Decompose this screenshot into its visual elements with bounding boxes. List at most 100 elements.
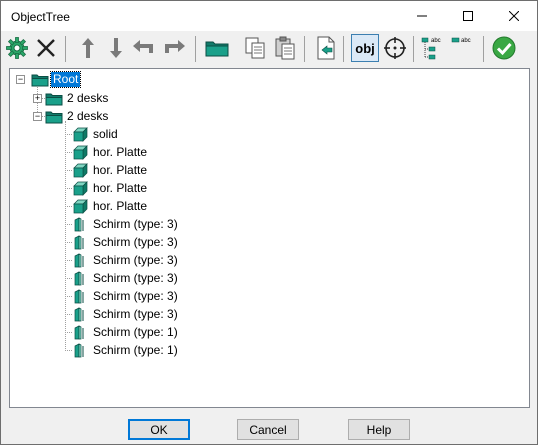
maximize-icon (463, 11, 473, 21)
tree-node-root[interactable]: − Root (16, 71, 82, 88)
toolbar-separator (195, 36, 196, 62)
svg-text:abc: abc (431, 38, 441, 44)
tree-connector (65, 296, 72, 297)
close-icon (509, 11, 519, 21)
tree-node-label: Schirm (type: 3) (93, 307, 178, 321)
move-right-button[interactable] (160, 34, 188, 62)
folder-icon (45, 93, 63, 106)
cancel-button[interactable]: Cancel (237, 419, 299, 440)
move-down-icon (110, 38, 122, 58)
export-button[interactable] (312, 34, 340, 62)
tree-labels-button[interactable]: abc (419, 34, 447, 62)
tree-node-item[interactable]: hor. Platte (72, 198, 149, 215)
delete-x-icon (37, 39, 55, 57)
tree-node-label: Schirm (type: 3) (93, 253, 178, 267)
tree-node-group[interactable]: + 2 desks (33, 90, 110, 107)
tree-node-label: Schirm (type: 3) (93, 271, 178, 285)
maximize-button[interactable] (445, 1, 491, 31)
title-bar: ObjectTree (1, 1, 537, 31)
window-title: ObjectTree (11, 10, 70, 24)
minimize-button[interactable] (399, 1, 445, 31)
panel-icon (74, 289, 84, 304)
tree-node-label: hor. Platte (93, 145, 148, 159)
tree-connector (65, 350, 72, 351)
tree-node-label: Schirm (type: 1) (93, 325, 178, 339)
panel-icon (74, 271, 84, 286)
tree-connector (65, 152, 72, 153)
object-tree-window: ObjectTree obj abc abc − Root + 2 desks … (0, 0, 538, 445)
toolbar: obj abc abc (1, 32, 537, 66)
folder-icon (45, 111, 63, 124)
folder-icon (31, 74, 49, 87)
tree-connector (65, 121, 66, 351)
help-button[interactable]: Help (348, 419, 410, 440)
tree-node-label: hor. Platte (93, 181, 148, 195)
tree-connector (65, 278, 72, 279)
tree-node-item[interactable]: Schirm (type: 1) (72, 342, 180, 359)
collapse-toggle[interactable]: − (16, 75, 25, 84)
tree-connector (65, 314, 72, 315)
tree-connector (65, 332, 72, 333)
paste-icon (275, 36, 295, 60)
move-down-button[interactable] (102, 34, 130, 62)
folder-icon (205, 41, 229, 57)
collapse-toggle[interactable]: − (33, 112, 42, 121)
settings-gear-icon (6, 37, 28, 59)
tree-node-item[interactable]: solid (72, 126, 120, 143)
delete-button[interactable] (32, 34, 60, 62)
confirm-check-icon (492, 36, 516, 60)
tree-node-label: hor. Platte (93, 163, 148, 177)
toolbar-separator (304, 36, 305, 62)
flat-labels-icon: abc (451, 37, 471, 44)
ok-button[interactable]: OK (128, 419, 190, 440)
move-right-icon (165, 40, 185, 53)
box-icon (73, 163, 88, 178)
tree-node-item[interactable]: Schirm (type: 1) (72, 324, 180, 341)
new-folder-button[interactable] (203, 34, 231, 62)
tree-node-label: solid (93, 127, 118, 141)
target-button[interactable] (381, 34, 409, 62)
move-left-icon (133, 40, 153, 53)
panel-icon (74, 253, 84, 268)
panel-icon (74, 235, 84, 250)
close-button[interactable] (491, 1, 537, 31)
tree-connector (65, 224, 72, 225)
tree-node-item[interactable]: Schirm (type: 3) (72, 234, 180, 251)
tree-node-item[interactable]: hor. Platte (72, 180, 149, 197)
tree-node-label: Schirm (type: 3) (93, 289, 178, 303)
tree-node-group[interactable]: − 2 desks (33, 108, 110, 125)
tree-node-item[interactable]: Schirm (type: 3) (72, 252, 180, 269)
box-icon (73, 199, 88, 214)
box-icon (73, 127, 88, 142)
flat-labels-button[interactable]: abc (449, 34, 477, 62)
tree-node-item[interactable]: Schirm (type: 3) (72, 216, 180, 233)
tree-connector (65, 188, 72, 189)
expand-toggle[interactable]: + (33, 94, 42, 103)
copy-icon (245, 37, 265, 59)
tree-node-item[interactable]: Schirm (type: 3) (72, 288, 180, 305)
tree-node-item[interactable]: Schirm (type: 3) (72, 270, 180, 287)
copy-button[interactable] (241, 34, 269, 62)
tree-node-item[interactable]: Schirm (type: 3) (72, 306, 180, 323)
tree-connector (65, 260, 72, 261)
obj-toggle-button[interactable]: obj (351, 34, 379, 62)
settings-button[interactable] (3, 34, 31, 62)
panel-icon (74, 325, 84, 340)
tree-connector (65, 134, 72, 135)
export-icon (317, 36, 335, 60)
move-up-icon (82, 38, 94, 58)
tree-node-item[interactable]: hor. Platte (72, 162, 149, 179)
move-left-button[interactable] (130, 34, 158, 62)
tree-node-label: Schirm (type: 3) (93, 217, 178, 231)
obj-toggle-label: obj (355, 40, 375, 56)
paste-button[interactable] (271, 34, 299, 62)
toolbar-separator (413, 36, 414, 62)
move-up-button[interactable] (74, 34, 102, 62)
confirm-button[interactable] (490, 34, 518, 62)
toolbar-separator (65, 36, 66, 62)
tree-node-label: Schirm (type: 3) (93, 235, 178, 249)
box-icon (73, 181, 88, 196)
tree-node-label: hor. Platte (93, 199, 148, 213)
tree-node-item[interactable]: hor. Platte (72, 144, 149, 161)
object-tree-view[interactable]: − Root + 2 desks − 2 desks solid hor. Pl… (9, 68, 530, 408)
